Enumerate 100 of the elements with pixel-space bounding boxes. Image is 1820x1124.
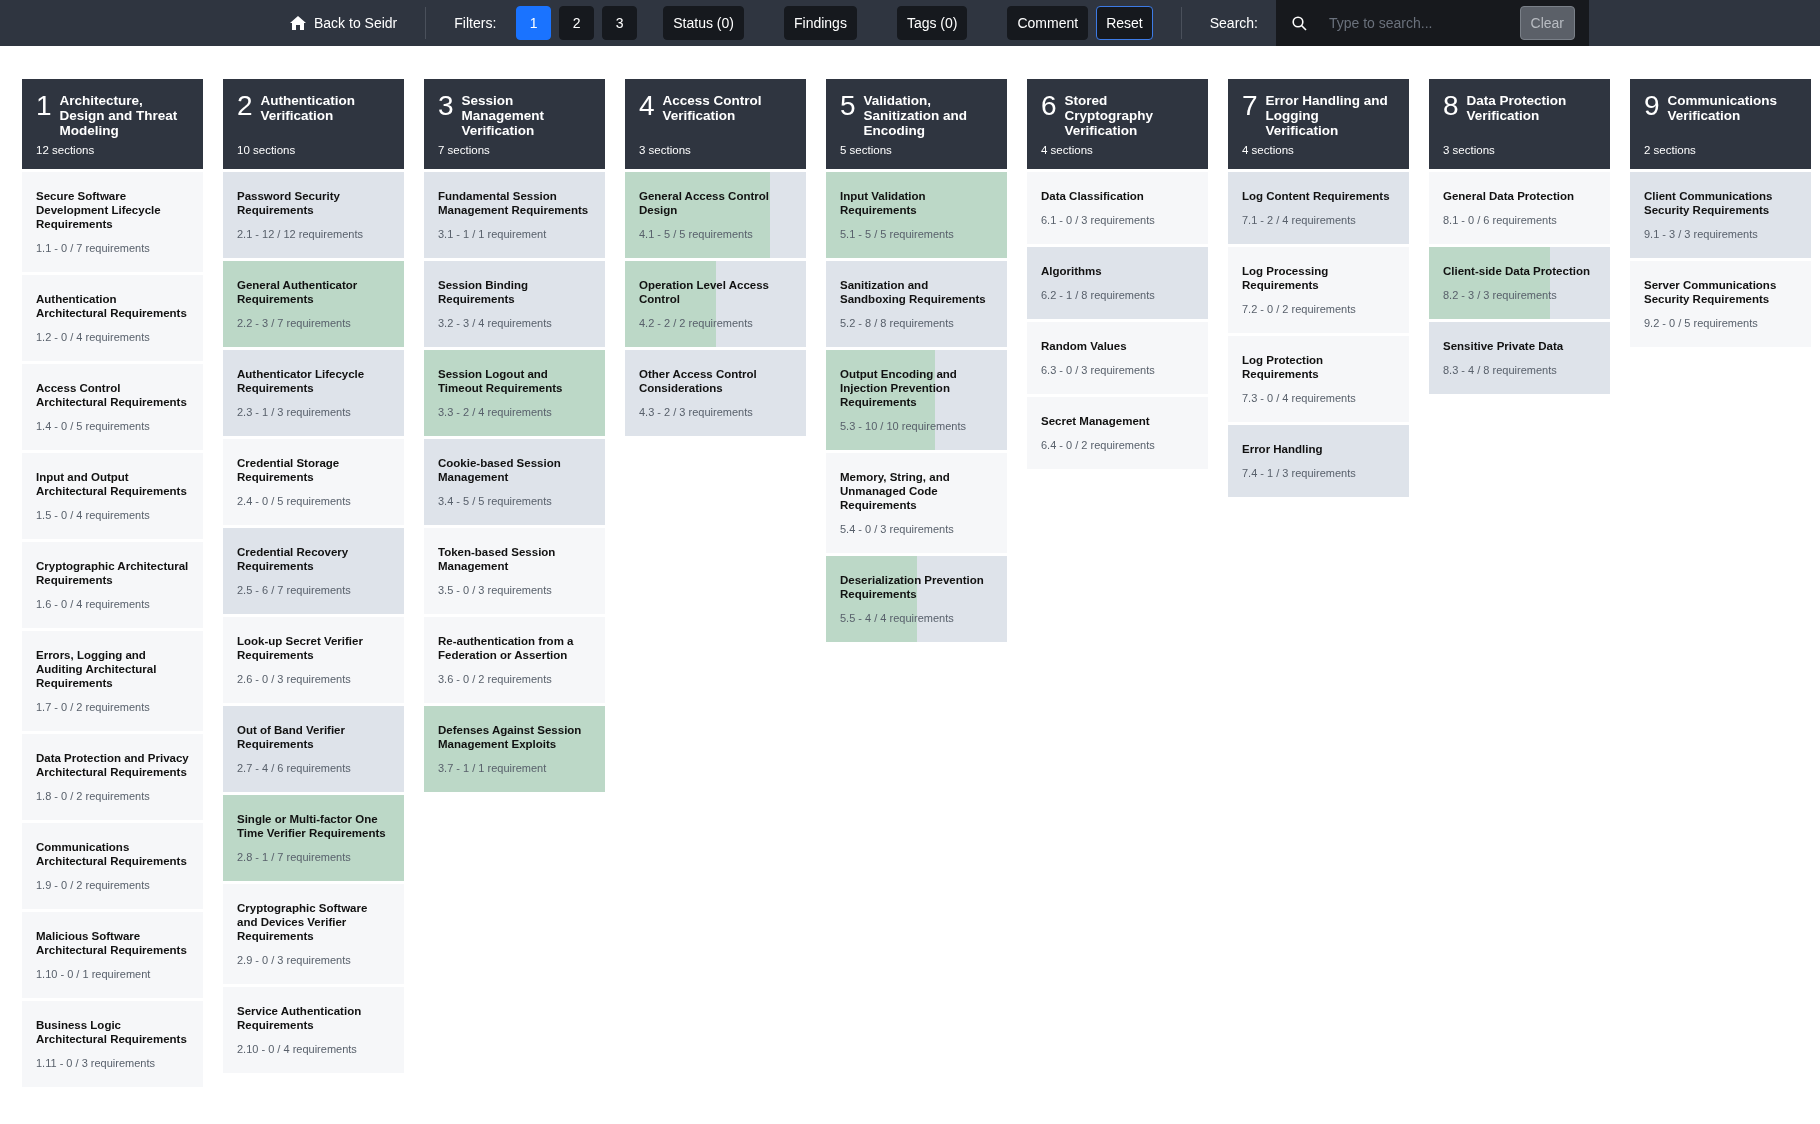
section-card[interactable]: Cookie-based Session Management 3.4 - 5 / 5 requirements <box>424 439 605 525</box>
section-card[interactable]: Service Authentication Requirements 2.10 - 0 / 4 requirements <box>223 987 404 1073</box>
toolbar-button[interactable]: Comment <box>1007 6 1089 40</box>
section-title: Out of Band Verifier Requirements <box>237 723 346 751</box>
chapter-number: 4 <box>639 91 655 121</box>
section-card[interactable]: Input and Output Architectural Requirements 1.5 - 0 / 4 requirements <box>22 453 203 539</box>
section-card[interactable]: Operation Level Access Control 4.2 - 2 / 2 requirements <box>625 261 806 347</box>
section-card[interactable]: Client Communications Security Requirements 9.1 - 3 / 3 requirements <box>1630 172 1811 258</box>
back-link[interactable]: Back to Seidr <box>290 15 398 31</box>
section-count: 2 sections <box>1644 143 1697 157</box>
section-title: Credential Storage Requirements <box>237 456 341 484</box>
section-title: Password Security Requirements <box>237 189 341 217</box>
section-card[interactable]: Log Processing Requirements 7.2 - 0 / 2 requirements <box>1228 247 1409 333</box>
section-title: Single or Multi-factor One Time Verifier Requirements <box>237 812 387 840</box>
section-card[interactable]: Cryptographic Software and Devices Verifier Requirements 2.9 - 0 / 3 requirements <box>223 884 404 984</box>
section-card[interactable]: Memory, String, and Unmanaged Code Requirements 5.4 - 0 / 3 requirements <box>826 453 1007 553</box>
chapter-title: Architecture, Design and Threat Modeling <box>59 92 179 138</box>
section-title: General Access Control Design <box>639 189 770 217</box>
section-card[interactable]: Error Handling 7.4 - 1 / 3 requirements <box>1228 425 1409 497</box>
section-card[interactable]: Defenses Against Session Management Exploits 3.7 - 1 / 1 requirement <box>424 706 605 792</box>
section-title: Sanitization and Sandboxing Requirements <box>840 278 987 306</box>
section-card[interactable]: Secure Software Development Lifecycle Requirements 1.1 - 0 / 7 requirements <box>22 172 203 272</box>
section-title: Cryptographic Architectural Requirements <box>36 559 189 587</box>
section-card[interactable]: Credential Recovery Requirements 2.5 - 6 / 7 requirements <box>223 528 404 614</box>
section-card[interactable]: Client-side Data Protection 8.2 - 3 / 3 requirements <box>1429 247 1610 319</box>
section-card[interactable]: Out of Band Verifier Requirements 2.7 - 4 / 6 requirements <box>223 706 404 792</box>
section-card[interactable]: General Access Control Design 4.1 - 5 / 5 requirements <box>625 172 806 258</box>
section-title: Server Communications Security Requirements <box>1644 278 1778 306</box>
section-progress: 1.1 - 0 / 7 requirements <box>36 241 151 255</box>
section-card[interactable]: Re-authentication from a Federation or Assertion 3.6 - 0 / 2 requirements <box>424 617 605 703</box>
section-progress: 9.1 - 3 / 3 requirements <box>1644 227 1759 241</box>
section-progress: 2.3 - 1 / 3 requirements <box>237 405 352 419</box>
section-title: Input and Output Architectural Requirements <box>36 470 188 498</box>
section-card[interactable]: Look-up Secret Verifier Requirements 2.6 - 0 / 3 requirements <box>223 617 404 703</box>
section-title: Re-authentication from a Federation or Assertion <box>438 634 575 662</box>
section-progress: 3.3 - 2 / 4 requirements <box>438 405 553 419</box>
section-card[interactable]: Algorithms 6.2 - 1 / 8 requirements <box>1027 247 1208 319</box>
section-card[interactable]: Data Classification 6.1 - 0 / 3 requirements <box>1027 172 1208 244</box>
section-card[interactable]: Secret Management 6.4 - 0 / 2 requirements <box>1027 397 1208 469</box>
section-card[interactable]: Malicious Software Architectural Requirements 1.10 - 0 / 1 requirement <box>22 912 203 998</box>
section-card[interactable]: Output Encoding and Injection Prevention Requirements 5.3 - 10 / 10 requirements <box>826 350 1007 450</box>
section-title: Session Binding Requirements <box>438 278 530 306</box>
section-card[interactable]: Sensitive Private Data 8.3 - 4 / 8 requirements <box>1429 322 1610 394</box>
section-progress: 3.6 - 0 / 2 requirements <box>438 672 553 686</box>
section-card[interactable]: Random Values 6.3 - 0 / 3 requirements <box>1027 322 1208 394</box>
toolbar-button[interactable]: Status (0) <box>663 6 744 40</box>
section-card[interactable]: Other Access Control Considerations 4.3 - 2 / 3 requirements <box>625 350 806 436</box>
chapter-number: 5 <box>840 91 856 121</box>
section-progress: 7.3 - 0 / 4 requirements <box>1242 391 1357 405</box>
section-title: Log Protection Requirements <box>1242 353 1325 381</box>
section-card[interactable]: Session Logout and Timeout Requirements 3.3 - 2 / 4 requirements <box>424 350 605 436</box>
section-card[interactable]: Log Protection Requirements 7.3 - 0 / 4 requirements <box>1228 336 1409 422</box>
section-card[interactable]: Session Binding Requirements 3.2 - 3 / 4 requirements <box>424 261 605 347</box>
section-card[interactable]: Log Content Requirements 7.1 - 2 / 4 requirements <box>1228 172 1409 244</box>
section-progress: 2.10 - 0 / 4 requirements <box>237 1042 358 1056</box>
section-progress: 6.4 - 0 / 2 requirements <box>1041 438 1156 452</box>
toolbar-button[interactable]: Tags (0) <box>896 6 968 40</box>
chapter-number: 1 <box>36 91 52 121</box>
section-progress: 8.1 - 0 / 6 requirements <box>1443 213 1558 227</box>
filter-button[interactable]: 2 <box>559 6 595 40</box>
section-card[interactable]: Data Protection and Privacy Architectural Requirements 1.8 - 0 / 2 requirements <box>22 734 203 820</box>
section-title: Authentication Architectural Requirements <box>36 292 188 320</box>
section-title: Token-based Session Management <box>438 545 557 573</box>
section-card[interactable]: Access Control Architectural Requirements 1.4 - 0 / 5 requirements <box>22 364 203 450</box>
section-progress: 2.4 - 0 / 5 requirements <box>237 494 352 508</box>
chapter-title: Session Management Verification <box>461 92 546 138</box>
section-card[interactable]: General Authenticator Requirements 2.2 - 3 / 7 requirements <box>223 261 404 347</box>
section-progress: 5.2 - 8 / 8 requirements <box>840 316 955 330</box>
section-card[interactable]: Single or Multi-factor One Time Verifier Requirements 2.8 - 1 / 7 requirements <box>223 795 404 881</box>
section-card[interactable]: Authentication Architectural Requirements 1.2 - 0 / 4 requirements <box>22 275 203 361</box>
filters-label: Filters: <box>454 15 497 31</box>
section-count: 4 sections <box>1041 143 1094 157</box>
section-progress: 5.4 - 0 / 3 requirements <box>840 522 955 536</box>
section-card[interactable]: Cryptographic Architectural Requirements 1.6 - 0 / 4 requirements <box>22 542 203 628</box>
section-progress: 2.5 - 6 / 7 requirements <box>237 583 352 597</box>
section-card[interactable]: Communications Architectural Requirements 1.9 - 0 / 2 requirements <box>22 823 203 909</box>
toolbar-button[interactable]: Reset <box>1096 6 1153 40</box>
search-label: Search: <box>1209 15 1258 31</box>
filter-button[interactable]: 1 <box>516 6 552 40</box>
toolbar-button[interactable]: Findings <box>783 6 857 40</box>
section-card[interactable]: Token-based Session Management 3.5 - 0 / 3 requirements <box>424 528 605 614</box>
section-card[interactable]: Password Security Requirements 2.1 - 12 / 12 requirements <box>223 172 404 258</box>
section-card[interactable]: Authenticator Lifecycle Requirements 2.3 - 1 / 3 requirements <box>223 350 404 436</box>
section-title: Deserialization Prevention Requirements <box>840 573 985 601</box>
chapter-number: 8 <box>1443 91 1459 121</box>
section-card[interactable]: General Data Protection 8.1 - 0 / 6 requirements <box>1429 172 1610 244</box>
section-card[interactable]: Sanitization and Sandboxing Requirements 5.2 - 8 / 8 requirements <box>826 261 1007 347</box>
section-progress: 2.9 - 0 / 3 requirements <box>237 953 352 967</box>
section-card[interactable]: Server Communications Security Requirements 9.2 - 0 / 5 requirements <box>1630 261 1811 347</box>
filter-button[interactable]: 3 <box>602 6 638 40</box>
section-card[interactable]: Credential Storage Requirements 2.4 - 0 / 5 requirements <box>223 439 404 525</box>
section-progress: 1.9 - 0 / 2 requirements <box>36 878 151 892</box>
section-count: 5 sections <box>840 143 893 157</box>
section-title: Cookie-based Session Management <box>438 456 562 484</box>
section-card[interactable]: Business Logic Architectural Requirements 1.11 - 0 / 3 requirements <box>22 1001 203 1087</box>
section-card[interactable]: Input Validation Requirements 5.1 - 5 / 5 requirements <box>826 172 1007 258</box>
section-card[interactable]: Fundamental Session Management Requirements 3.1 - 1 / 1 requirement <box>424 172 605 258</box>
section-card[interactable]: Errors, Logging and Auditing Architectural Requirements 1.7 - 0 / 2 requirements <box>22 631 203 731</box>
section-progress: 2.1 - 12 / 12 requirements <box>237 227 364 241</box>
section-card[interactable]: Deserialization Prevention Requirements 5.5 - 4 / 4 requirements <box>826 556 1007 642</box>
